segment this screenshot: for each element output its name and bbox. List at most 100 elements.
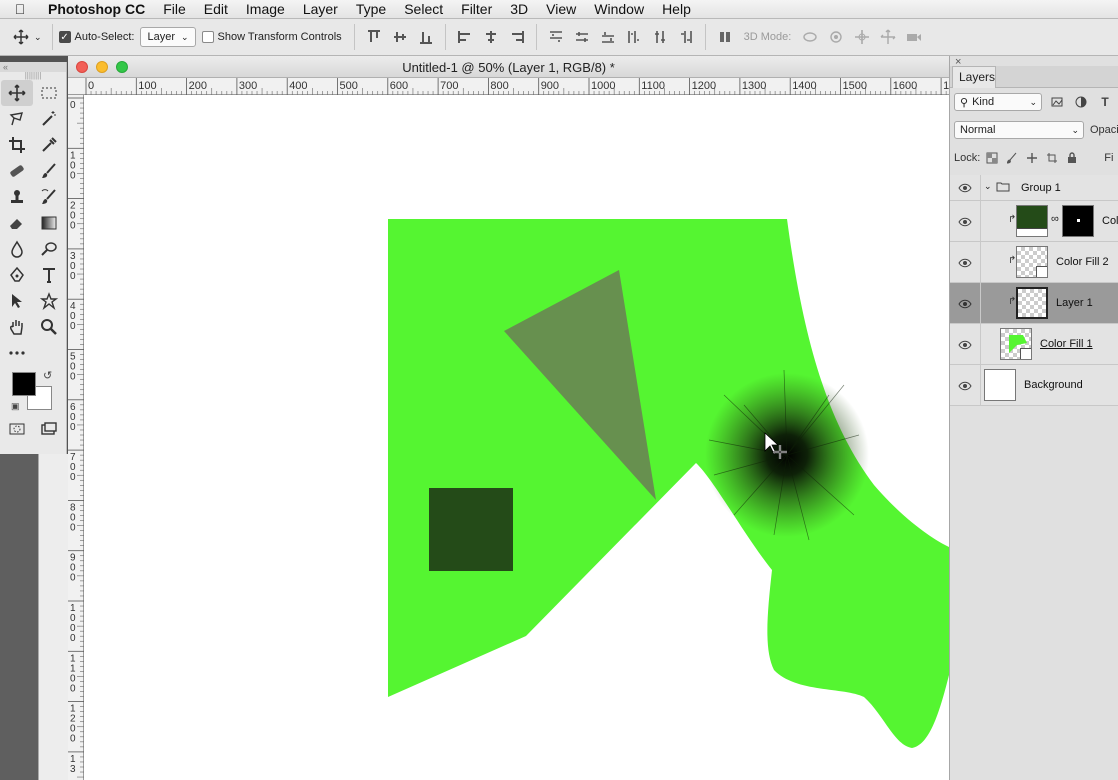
menu-3d[interactable]: 3D bbox=[501, 0, 537, 19]
eyedropper-tool-icon[interactable] bbox=[33, 132, 65, 158]
blur-tool-icon[interactable] bbox=[1, 236, 33, 262]
more-tools-icon[interactable] bbox=[1, 340, 33, 366]
separator bbox=[353, 24, 355, 50]
apple-icon[interactable]:  bbox=[0, 1, 40, 17]
show-transform-checkbox[interactable] bbox=[201, 31, 214, 43]
3d-pan-icon[interactable] bbox=[849, 26, 875, 48]
menu-help[interactable]: Help bbox=[653, 0, 700, 19]
quick-mask-icon[interactable] bbox=[1, 416, 33, 442]
crop-tool-icon[interactable] bbox=[1, 132, 33, 158]
menu-file[interactable]: File bbox=[154, 0, 195, 19]
blend-mode-dropdown[interactable]: Normal ⌄ bbox=[954, 121, 1084, 139]
chevron-down-icon[interactable]: ⌄ bbox=[984, 181, 992, 192]
distribute-bottom-icon[interactable] bbox=[595, 26, 621, 48]
menu-select[interactable]: Select bbox=[395, 0, 452, 19]
dodge-tool-icon[interactable] bbox=[33, 236, 65, 262]
align-vcenter-icon[interactable] bbox=[387, 26, 413, 48]
tab-layers[interactable]: Layers bbox=[952, 66, 996, 88]
layer-row-color-fill-3[interactable]: ↱ ∞ Col bbox=[950, 201, 1118, 242]
distribute-vcenter-icon[interactable] bbox=[569, 26, 595, 48]
filter-type-icon[interactable]: T bbox=[1096, 93, 1114, 111]
align-top-icon[interactable] bbox=[361, 26, 387, 48]
lock-image-pixels-icon[interactable] bbox=[1004, 150, 1020, 166]
3d-orbit-icon[interactable] bbox=[797, 26, 823, 48]
lock-position-icon[interactable] bbox=[1024, 150, 1040, 166]
panel-grip[interactable]: |||||||| bbox=[0, 72, 66, 80]
document-canvas[interactable] bbox=[84, 95, 949, 780]
eye-icon[interactable] bbox=[958, 216, 974, 228]
menu-edit[interactable]: Edit bbox=[195, 0, 237, 19]
auto-select-dropdown[interactable]: Layer ⌄ bbox=[140, 27, 196, 47]
layer-row-color-fill-2[interactable]: ↱ Color Fill 2 bbox=[950, 242, 1118, 283]
eye-icon[interactable] bbox=[958, 339, 974, 351]
healing-brush-tool-icon[interactable] bbox=[1, 158, 33, 184]
document-titlebar[interactable]: Untitled-1 @ 50% (Layer 1, RGB/8) * bbox=[68, 56, 949, 78]
pen-tool-icon[interactable] bbox=[1, 262, 33, 288]
foreground-color-swatch[interactable] bbox=[12, 372, 36, 396]
type-tool-icon[interactable] bbox=[33, 262, 65, 288]
marquee-tool-icon[interactable] bbox=[33, 80, 65, 106]
eye-icon[interactable] bbox=[958, 380, 974, 392]
horizontal-ruler[interactable]: 0 100 200 300 400 500 600 700 800 900 1000 1100 1200… bbox=[68, 78, 961, 95]
swap-colors-icon[interactable]: ↺ bbox=[43, 369, 52, 382]
eye-icon[interactable] bbox=[958, 257, 974, 269]
filter-pixel-icon[interactable] bbox=[1048, 93, 1066, 111]
auto-align-icon[interactable] bbox=[712, 26, 738, 48]
layer-row-group-1[interactable]: ⌄ Group 1 bbox=[950, 175, 1118, 201]
vertical-ruler[interactable]: 0 100 200 300 400 500 600 700 800 900 1000 1100 1200… bbox=[68, 95, 84, 780]
hand-tool-icon[interactable] bbox=[1, 314, 33, 340]
3d-slide-icon[interactable] bbox=[875, 26, 901, 48]
move-tool-icon[interactable] bbox=[1, 80, 33, 106]
custom-shape-tool-icon[interactable] bbox=[33, 288, 65, 314]
distribute-top-icon[interactable] bbox=[543, 26, 569, 48]
filter-adjustment-icon[interactable] bbox=[1072, 93, 1090, 111]
eye-icon[interactable] bbox=[958, 298, 974, 310]
menu-bar:  Photoshop CC File Edit Image Layer Typ… bbox=[0, 0, 1118, 19]
layer-row-layer-1[interactable]: ↱ Layer 1 bbox=[950, 283, 1118, 324]
lock-all-icon[interactable] bbox=[1064, 150, 1080, 166]
menu-app-name[interactable]: Photoshop CC bbox=[40, 0, 154, 19]
distribute-right-icon[interactable] bbox=[673, 26, 699, 48]
align-bottom-icon[interactable] bbox=[413, 26, 439, 48]
lock-transparent-pixels-icon[interactable] bbox=[984, 150, 1000, 166]
eraser-tool-icon[interactable] bbox=[1, 210, 33, 236]
menu-view[interactable]: View bbox=[537, 0, 585, 19]
zoom-tool-icon[interactable] bbox=[33, 314, 65, 340]
menu-filter[interactable]: Filter bbox=[452, 0, 501, 19]
visibility-divider bbox=[980, 201, 981, 241]
distribute-left-icon[interactable] bbox=[621, 26, 647, 48]
panel-tab-row: Layers bbox=[950, 66, 1118, 88]
clone-stamp-tool-icon[interactable] bbox=[1, 184, 33, 210]
move-tool-preset-icon[interactable] bbox=[8, 26, 34, 48]
eye-icon[interactable] bbox=[958, 182, 974, 194]
menu-type[interactable]: Type bbox=[347, 0, 395, 19]
3d-camera-icon[interactable] bbox=[901, 26, 927, 48]
filter-kind-dropdown[interactable]: ⚲ Kind ⌄ bbox=[954, 93, 1042, 111]
menu-layer[interactable]: Layer bbox=[294, 0, 347, 19]
screen-mode-icon[interactable] bbox=[33, 416, 65, 442]
ruler-label: 800 bbox=[70, 502, 76, 533]
link-icon[interactable]: ∞ bbox=[1051, 213, 1059, 225]
default-colors-icon[interactable]: ▣ bbox=[11, 401, 20, 412]
align-hcenter-icon[interactable] bbox=[478, 26, 504, 48]
menu-window[interactable]: Window bbox=[585, 0, 653, 19]
distribute-hcenter-icon[interactable] bbox=[647, 26, 673, 48]
align-right-icon[interactable] bbox=[504, 26, 530, 48]
empty-slot bbox=[33, 340, 65, 366]
align-left-icon[interactable] bbox=[452, 26, 478, 48]
chevron-down-icon[interactable]: ⌄ bbox=[34, 32, 42, 43]
lock-artboard-icon[interactable] bbox=[1044, 150, 1060, 166]
path-selection-tool-icon[interactable] bbox=[1, 288, 33, 314]
3d-roll-icon[interactable] bbox=[823, 26, 849, 48]
brush-tool-icon[interactable] bbox=[33, 158, 65, 184]
layer-row-background[interactable]: Background bbox=[950, 365, 1118, 406]
layer-name: Group 1 bbox=[1021, 182, 1061, 194]
history-brush-tool-icon[interactable] bbox=[33, 184, 65, 210]
layer-mask-thumbnail[interactable] bbox=[1062, 205, 1094, 237]
menu-image[interactable]: Image bbox=[237, 0, 294, 19]
lasso-tool-icon[interactable] bbox=[1, 106, 33, 132]
layer-row-color-fill-1[interactable]: Color Fill 1 bbox=[950, 324, 1118, 365]
auto-select-checkbox[interactable]: ✓ bbox=[58, 31, 71, 43]
gradient-tool-icon[interactable] bbox=[33, 210, 65, 236]
magic-wand-tool-icon[interactable] bbox=[33, 106, 65, 132]
